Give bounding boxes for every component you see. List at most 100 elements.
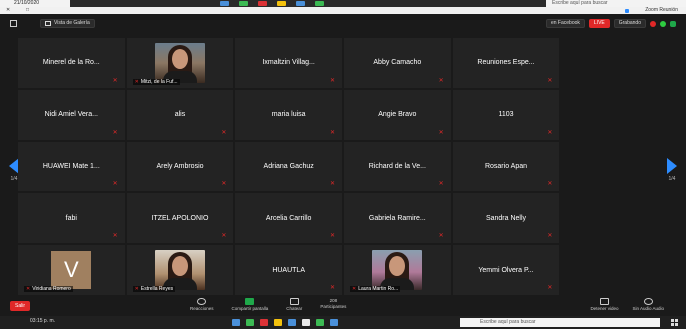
app-icon[interactable] [232,319,240,326]
participant-name: Sandra Nelly [485,214,527,222]
app-icon[interactable] [296,1,305,6]
muted-mic-icon: ✕ [112,181,118,188]
app-icon[interactable] [239,1,248,6]
app-icon[interactable] [260,319,268,326]
participant-tile[interactable]: Arcelia Carrillo ✕ [235,193,342,244]
app-icon[interactable] [258,1,267,6]
live-target[interactable]: en Facebook [545,19,585,28]
empty-tile [561,38,668,88]
participant-video [154,42,205,83]
stop-video-button[interactable]: Detener video [590,298,618,311]
taskbar-search[interactable]: Escribe aquí para buscar [546,0,686,7]
participant-tile[interactable]: Adriana Gachuz ✕ [235,141,342,192]
app-icon[interactable] [315,1,324,6]
browser-tab-row: ✕ □ Zoom Reunión [0,7,686,14]
participant-avatar: V [51,251,92,290]
participant-tile[interactable]: ITZEL APOLONIO ✕ [126,193,234,244]
empty-tile [561,90,668,140]
view-toggle-button[interactable]: Vista de Galería [40,19,95,28]
audio-button[interactable]: Sin Audio Audio [632,298,664,311]
participant-tile[interactable]: alis ✕ [126,89,234,140]
live-badge[interactable]: LIVE [588,19,610,28]
right-arrow-icon [667,158,677,174]
participant-tile[interactable]: ✕ Laura Martin Ro... [343,245,451,295]
muted-mic-icon: ✕ [438,129,444,136]
empty-tile [561,142,668,192]
close-icon[interactable]: ✕ [6,7,10,14]
muted-mic-icon: ✕ [221,181,227,188]
muted-mic-icon: ✕ [329,129,336,136]
participant-name: Angie Bravo [378,111,417,119]
participant-tile[interactable]: Rosario Apan ✕ [452,141,560,192]
participant-name: fabi [65,214,77,222]
recording-indicator[interactable]: Grabando [613,19,646,28]
app-icon[interactable] [277,1,286,6]
participant-tile[interactable]: Gabriela Ramire... ✕ [343,193,451,244]
participant-tile[interactable]: Yemmi Olvera P... ✕ [452,245,560,295]
muted-mic-icon: ✕ [438,77,444,84]
toolbar-center: Reacciones Compartir pantalla Chatear 20… [190,298,346,311]
participant-tile[interactable]: ✕ Mitzi, de la Fuf... [126,38,234,88]
taskbar-pinned-apps [232,319,338,326]
reactions-button[interactable]: Reacciones [190,298,214,311]
header-status: en Facebook LIVE Grabando [545,19,676,28]
participant-caption: ✕ Laura Martin Ro... [349,285,401,292]
muted-mic-icon: ✕ [547,284,553,291]
share-screen-button[interactable]: Compartir pantalla [232,298,268,311]
windows-start-icon[interactable] [671,319,678,326]
muted-mic-icon: ✕ [112,77,118,84]
participant-name: Abby Camacho [373,59,422,67]
participant-tile[interactable]: maria luisa ✕ [235,89,342,140]
participant-tile[interactable]: V ✕ Viridiana Romero [18,245,125,295]
participant-tile[interactable]: Abby Camacho ✕ [343,38,451,88]
app-icon[interactable] [288,319,296,326]
participant-tile[interactable]: Reuniones Espe... ✕ [452,38,560,88]
participant-name: maria luisa [271,111,306,119]
participant-tile[interactable]: HUAWEI Mate 1... ✕ [18,141,125,192]
connection-icon[interactable] [660,20,666,27]
page-indicator: 1/4 [10,176,18,182]
muted-mic-icon: ✕ [134,285,139,292]
participant-tile[interactable]: Sandra Nelly ✕ [452,193,560,244]
taskbar-clock: 03:15 p. m. [30,318,56,324]
app-icon[interactable] [316,319,324,326]
participant-tile[interactable]: Nidi Amiel Vera... ✕ [18,89,125,140]
app-icon[interactable] [330,319,338,326]
microphone-icon [643,298,653,305]
app-icon[interactable] [220,1,229,6]
participant-tile[interactable]: fabi ✕ [18,193,125,244]
participant-tile[interactable]: Minerel de la Ro... ✕ [18,38,125,88]
participant-tile[interactable]: Ixmaltzin Villag... ✕ [235,38,342,88]
app-icon[interactable] [246,319,254,326]
participant-tile[interactable]: HUAUTLA ✕ [235,245,342,295]
fullscreen-icon[interactable] [10,20,17,27]
participant-name: Rosario Apan [484,162,527,170]
participant-name: Arely Ambrosio [156,162,204,170]
app-icon[interactable] [302,319,310,326]
muted-mic-icon: ✕ [547,181,553,188]
muted-mic-icon: ✕ [221,129,227,136]
page-indicator: 1/4 [668,176,676,182]
muted-mic-icon: ✕ [351,285,357,292]
recording-dot-icon [650,20,656,27]
chat-button[interactable]: Chatear [286,298,302,311]
muted-mic-icon: ✕ [329,181,336,188]
app-icon[interactable] [274,319,282,326]
taskbar-search-box[interactable]: Escribe aquí para buscar [460,318,660,327]
maximize-icon[interactable]: □ [26,7,29,14]
shield-icon[interactable] [670,20,676,27]
participant-tile[interactable]: Angie Bravo ✕ [343,89,451,140]
participant-tile[interactable]: Richard de la Ve... ✕ [343,141,451,192]
participant-tile[interactable]: Arely Ambrosio ✕ [126,141,234,192]
muted-mic-icon: ✕ [329,233,336,240]
participant-tile[interactable]: ✕ Estrella Reyes [126,245,234,295]
leave-button[interactable]: Salir [10,301,30,311]
participant-caption: ✕ Viridiana Romero [24,285,73,292]
participant-name: Gabriela Ramire... [368,214,426,222]
taskbar-date: 21/10/2020 [0,0,70,7]
participants-button[interactable]: 208 Participantes [320,298,346,311]
meeting-toolbar: Salir Reacciones Compartir pantalla Chat… [0,296,686,316]
participant-tile[interactable]: 1103 ✕ [452,89,560,140]
chat-icon [289,298,299,305]
participant-name: Estrella Reyes [140,285,174,292]
